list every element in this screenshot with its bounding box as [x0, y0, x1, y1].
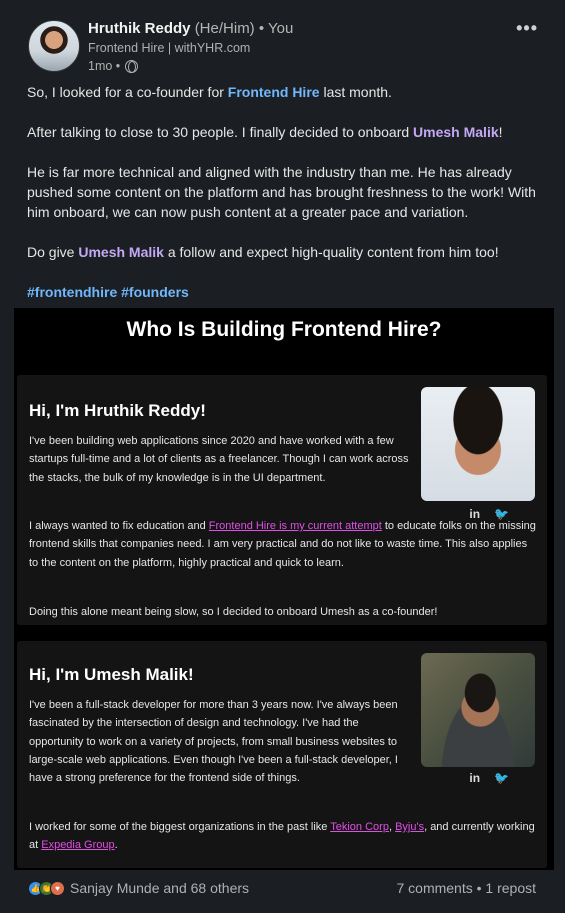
post-paragraph: Do give Umesh Malik a follow and expect … [27, 242, 547, 262]
panel-text: Doing this alone meant being slow, so I … [29, 606, 438, 618]
text: So, I looked for a co-founder for [27, 84, 228, 100]
social-links: in 🐦 [469, 771, 509, 785]
byjus-link[interactable]: Byju's [395, 821, 424, 833]
panel-text: I worked for some of the biggest organiz… [29, 818, 539, 855]
reactors-link[interactable]: Sanjay Munde and 68 others [70, 880, 249, 896]
text: After talking to close to 30 people. I f… [27, 124, 414, 140]
frontend-hire-link[interactable]: Frontend Hire [228, 84, 320, 100]
linkedin-icon[interactable]: in [469, 771, 480, 785]
twitter-icon[interactable]: 🐦 [494, 507, 509, 521]
reaction-icons[interactable]: 👍 👏 ♥ [28, 881, 65, 896]
post-card: Hruthik Reddy (He/Him) • You Frontend Hi… [14, 4, 554, 913]
comments-reposts-link[interactable]: 7 comments • 1 repost [396, 880, 536, 896]
author-name[interactable]: Hruthik Reddy [88, 20, 191, 37]
hashtags: #frontendhire #founders [27, 282, 547, 302]
more-options-button[interactable]: ••• [516, 18, 538, 39]
frontend-hire-attempt-link[interactable]: Frontend Hire is my current attempt [209, 520, 382, 532]
author-pronouns: (He/Him) [194, 20, 255, 37]
author-headline: Frontend Hire | withYHR.com [88, 41, 251, 55]
text: I always wanted to fix education and [29, 520, 209, 532]
panel-heading: Hi, I'm Umesh Malik! [29, 665, 194, 684]
post-body: So, I looked for a co-founder for Fronte… [27, 82, 547, 322]
social-links: in 🐦 [469, 507, 509, 521]
umesh-malik-mention[interactable]: Umesh Malik [78, 244, 164, 260]
image-title: Who Is Building Frontend Hire? [126, 318, 442, 341]
panel-text: I always wanted to fix education and Fro… [29, 517, 539, 572]
post-image[interactable]: Who Is Building Frontend Hire? Hi, I'm H… [14, 308, 554, 870]
linkedin-icon[interactable]: in [469, 507, 480, 521]
hashtag-frontendhire[interactable]: #frontendhire [27, 284, 117, 300]
hruthik-panel: Hi, I'm Hruthik Reddy! I've been buildin… [17, 375, 547, 625]
expedia-link[interactable]: Expedia Group [41, 839, 114, 851]
post-paragraph: So, I looked for a co-founder for Fronte… [27, 82, 547, 102]
umesh-panel: Hi, I'm Umesh Malik! I've been a full-st… [17, 641, 547, 868]
umesh-malik-mention[interactable]: Umesh Malik [413, 124, 499, 140]
twitter-icon[interactable]: 🐦 [494, 771, 509, 785]
love-icon: ♥ [50, 881, 65, 896]
umesh-photo [421, 653, 535, 767]
text: last month. [319, 84, 392, 100]
text: Do give [27, 244, 79, 260]
text: a follow and expect high-quality content… [163, 244, 499, 260]
post-paragraph: He is far more technical and aligned wit… [27, 164, 536, 220]
hashtag-founders[interactable]: #founders [121, 284, 189, 300]
social-counts: 👍 👏 ♥ Sanjay Munde and 68 others 7 comme… [28, 880, 536, 900]
author-avatar[interactable] [28, 20, 80, 72]
text: ! [498, 124, 503, 140]
globe-icon [125, 59, 139, 73]
panel-text: I've been building web applications sinc… [29, 435, 409, 484]
you-label: • You [258, 20, 294, 37]
post-header: Hruthik Reddy (He/Him) • You Frontend Hi… [28, 18, 540, 78]
post-paragraph: After talking to close to 30 people. I f… [27, 122, 547, 142]
panel-text: I've been a full-stack developer for mor… [29, 699, 398, 785]
post-meta: 1mo • [88, 59, 139, 73]
text: I worked for some of the biggest organiz… [29, 821, 331, 833]
post-time: 1mo • [88, 59, 121, 73]
panel-heading: Hi, I'm Hruthik Reddy! [29, 401, 206, 420]
tekion-link[interactable]: Tekion Corp [330, 821, 389, 833]
author-line: Hruthik Reddy (He/Him) • You [88, 20, 293, 37]
hruthik-photo [421, 387, 535, 501]
text: . [114, 839, 118, 852]
